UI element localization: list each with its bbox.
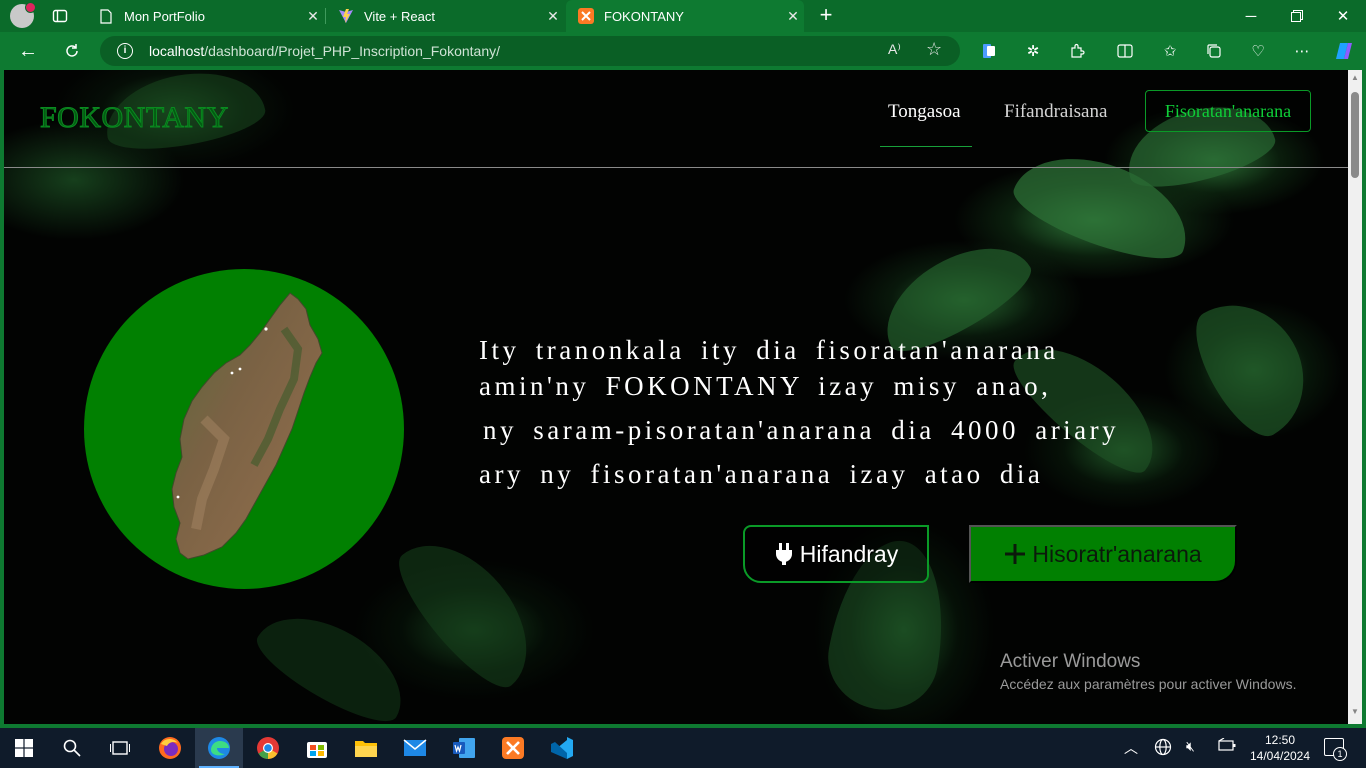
word-icon[interactable] (440, 728, 488, 768)
address-bar[interactable]: i localhost/dashboard/Projet_PHP_Inscrip… (100, 36, 960, 66)
close-tab-icon[interactable]: ✕ (302, 8, 324, 25)
windows-start-icon[interactable] (0, 728, 48, 768)
register-button[interactable]: Hisoratr'anarana (969, 525, 1237, 583)
mail-icon[interactable] (391, 728, 439, 768)
site-logo[interactable]: FOKONTANY (40, 101, 229, 135)
split-screen-icon[interactable] (1115, 41, 1135, 61)
edge-icon[interactable] (195, 728, 243, 768)
read-aloud-icon[interactable]: A⁾ (888, 41, 901, 58)
connect-button[interactable]: Hifandray (743, 525, 929, 583)
hero-line-4: ary ny fisoratan'anarana izay atao dia (479, 459, 1044, 489)
register-button-label: Hisoratr'anarana (1032, 540, 1202, 567)
watermark-title: Activer Windows (1000, 651, 1141, 672)
performance-icon[interactable]: ♡ (1248, 41, 1268, 61)
tab-vite-react[interactable]: Vite + React ✕ (326, 0, 564, 32)
copilot-icon[interactable] (1334, 41, 1354, 61)
chrome-icon[interactable] (244, 728, 292, 768)
profile-avatar[interactable] (10, 2, 36, 28)
tab-title: FOKONTANY (604, 8, 684, 24)
tray-overflow-icon[interactable]: ︿ (1124, 738, 1138, 758)
hero-line-1: Ity tranonkala ity dia fisoratan'anarana (479, 335, 1059, 365)
site-navbar: FOKONTANY Tongasoa Fifandraisana Fisorat… (4, 70, 1348, 168)
xampp-icon[interactable] (489, 728, 537, 768)
close-tab-icon[interactable]: ✕ (542, 8, 564, 25)
tab-actions-icon[interactable] (48, 4, 72, 28)
hero-line-2: amin'ny FOKONTANY izay misy anao, (479, 371, 1052, 401)
browser-tab-bar: Mon PortFolio ✕ Vite + React ✕ FOKONTANY… (0, 0, 1366, 32)
plug-icon (774, 542, 794, 566)
xampp-icon (578, 8, 594, 24)
windows-taskbar: ︿ 🔇︎ 12:50 14/04/2024 1 (0, 728, 1366, 768)
active-nav-indicator (880, 146, 972, 147)
favorite-star-icon[interactable]: ☆ (926, 39, 942, 60)
page-scrollbar[interactable]: ▲ ▼ (1348, 70, 1362, 724)
close-window-button[interactable]: ✕ (1320, 0, 1366, 32)
url-path: /dashboard/Projet_PHP_Inscription_Fokont… (204, 43, 500, 59)
favorites-icon[interactable]: ✩ (1160, 41, 1180, 61)
clock-date: 14/04/2024 (1249, 749, 1311, 763)
extensions-icon[interactable] (1067, 41, 1087, 61)
firefox-icon[interactable] (146, 728, 194, 768)
hero-line-3: ny saram-pisoratan'anarana dia 4000 aria… (483, 415, 1120, 445)
nav-register-button[interactable]: Fisoratan'anarana (1145, 90, 1311, 132)
connect-button-label: Hifandray (799, 540, 899, 567)
new-tab-button[interactable]: + (814, 4, 838, 28)
notification-count-badge: 1 (1333, 747, 1347, 761)
background-leaf (247, 594, 421, 724)
tab-title: Mon PortFolio (124, 8, 205, 24)
page-icon (98, 8, 114, 24)
plus-icon (1004, 543, 1026, 565)
url-host: localhost (149, 43, 205, 59)
scroll-up-icon[interactable]: ▲ (1351, 74, 1359, 82)
system-clock[interactable]: 12:50 14/04/2024 (1249, 732, 1311, 764)
minimize-button[interactable]: ─ (1228, 0, 1274, 32)
battery-icon[interactable] (1218, 737, 1236, 755)
window-frame-left (0, 70, 4, 724)
close-tab-icon[interactable]: ✕ (782, 8, 804, 25)
search-icon[interactable] (48, 728, 96, 768)
page-viewport: FOKONTANY Tongasoa Fifandraisana Fisorat… (4, 70, 1348, 724)
browser-toolbar: ← i localhost/dashboard/Projet_PHP_Inscr… (0, 32, 1366, 70)
nav-link-home[interactable]: Tongasoa (888, 101, 961, 123)
scroll-down-icon[interactable]: ▼ (1351, 708, 1359, 716)
watermark-subtitle: Accédez aux paramètres pour activer Wind… (1000, 676, 1297, 692)
madagascar-map-image (171, 292, 323, 560)
tab-fokontany[interactable]: FOKONTANY ✕ (566, 0, 804, 32)
collections-icon[interactable] (1204, 41, 1224, 61)
background-leaf (383, 519, 555, 701)
vscode-icon[interactable] (538, 728, 586, 768)
extension-gear-icon[interactable]: ✲ (1023, 41, 1043, 61)
windows-activation-watermark: Activer Windows Accédez aux paramètres p… (1000, 651, 1296, 692)
tab-title: Vite + React (364, 8, 435, 24)
scrollbar-thumb[interactable] (1351, 92, 1359, 178)
site-info-icon[interactable]: i (117, 43, 133, 59)
clock-time: 12:50 (1264, 733, 1296, 747)
task-view-icon[interactable] (96, 728, 144, 768)
tab-mon-portfolio[interactable]: Mon PortFolio ✕ (86, 0, 324, 32)
madagascar-map-circle (84, 269, 404, 589)
nav-link-login[interactable]: Fifandraisana (1004, 101, 1107, 123)
vite-icon (338, 8, 354, 24)
network-icon[interactable] (1154, 738, 1172, 759)
background-leaf (1180, 281, 1328, 449)
url-text[interactable]: localhost/dashboard/Projet_PHP_Inscripti… (149, 43, 500, 59)
volume-muted-icon[interactable]: 🔇︎ (1186, 738, 1195, 755)
window-frame-right (1362, 70, 1366, 724)
refresh-icon[interactable] (60, 39, 84, 63)
office-icon[interactable] (979, 41, 999, 61)
back-icon[interactable]: ← (16, 39, 40, 63)
file-explorer-icon[interactable] (342, 728, 390, 768)
store-icon[interactable] (293, 728, 341, 768)
restore-button[interactable] (1274, 0, 1320, 32)
more-menu-icon[interactable]: ⋯ (1292, 41, 1312, 61)
